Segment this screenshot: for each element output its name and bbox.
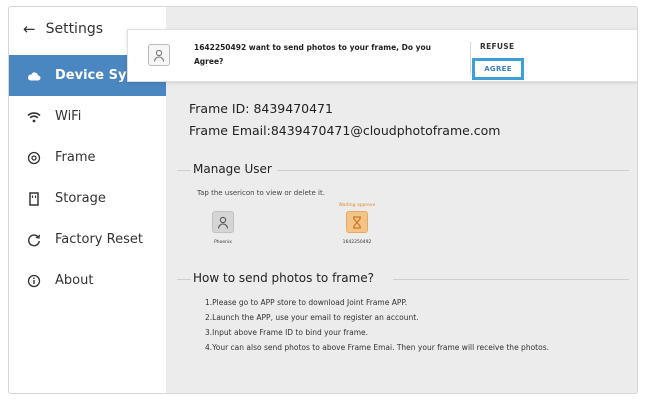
sidebar-item-label: Storage <box>55 191 106 206</box>
share-request-popup: 1642250492 want to send photos to your f… <box>127 29 637 82</box>
request-message: 1642250492 want to send photos to your f… <box>194 43 432 66</box>
reset-icon <box>25 233 43 247</box>
frame-email-row: Frame Email:8439470471@cloudphotoframe.c… <box>189 123 500 138</box>
frame-id-row: Frame ID: 8439470471 <box>189 101 333 116</box>
sidebar-item-label: WiFi <box>55 109 82 124</box>
divider <box>393 279 629 280</box>
manage-user-title: Manage User <box>193 162 272 176</box>
sidebar-item-wifi[interactable]: WiFi <box>9 96 166 137</box>
howto-step: 3.Input above Frame ID to bind your fram… <box>205 328 368 337</box>
howto-steps: 1.Please go to APP store to download Joi… <box>205 295 549 355</box>
storage-icon <box>25 191 43 206</box>
back-arrow-icon[interactable]: ← <box>23 20 36 38</box>
user-icon[interactable] <box>212 211 234 233</box>
sidebar-nav: Device Sync WiFi Frame Storage Factory R… <box>9 55 166 301</box>
settings-window: ← Settings Device Sync WiFi Frame Storag… <box>8 6 638 394</box>
divider <box>277 170 629 171</box>
manage-user-hint: Tap the usericon to view or delete it. <box>197 189 325 197</box>
sidebar-item-about[interactable]: About <box>9 260 166 301</box>
frame-gear-icon <box>25 151 43 165</box>
info-icon <box>25 274 43 288</box>
hourglass-icon[interactable] <box>346 211 368 233</box>
divider <box>177 279 191 280</box>
user-status <box>193 203 253 211</box>
settings-title: Settings <box>45 21 103 37</box>
user-name: Phoenix <box>214 240 232 245</box>
agree-button[interactable]: AGREE <box>472 58 524 80</box>
wifi-icon <box>25 111 43 123</box>
refuse-button[interactable]: REFUSE <box>480 42 514 51</box>
user-name: 1642250492 <box>342 240 372 245</box>
user-card-phoenix[interactable]: Phoenix <box>193 203 253 245</box>
sidebar-item-label: Frame <box>55 150 96 165</box>
cloud-icon <box>25 71 43 81</box>
divider <box>177 170 191 171</box>
howto-title: How to send photos to frame? <box>193 271 375 285</box>
sidebar-item-frame[interactable]: Frame <box>9 137 166 178</box>
sidebar-item-factory-reset[interactable]: Factory Reset <box>9 219 166 260</box>
frame-id-value: 8439470471 <box>253 101 333 116</box>
frame-email-value: 8439470471@cloudphotoframe.com <box>270 123 501 138</box>
divider <box>470 42 471 74</box>
sidebar-item-label: About <box>55 273 94 288</box>
user-status: Waiting approve <box>338 203 376 208</box>
sidebar-item-storage[interactable]: Storage <box>9 178 166 219</box>
frame-id-label: Frame ID: <box>189 101 250 116</box>
user-card-pending[interactable]: Waiting approve 1642250492 <box>327 203 387 245</box>
requester-avatar-icon <box>148 44 170 66</box>
sidebar-item-label: Factory Reset <box>55 232 143 247</box>
howto-step: 4.Your can also send photos to above Fra… <box>205 343 549 352</box>
howto-step: 2.Launch the APP, use your email to regi… <box>205 313 419 322</box>
frame-email-label: Frame Email: <box>189 123 271 138</box>
howto-step: 1.Please go to APP store to download Joi… <box>205 298 408 307</box>
